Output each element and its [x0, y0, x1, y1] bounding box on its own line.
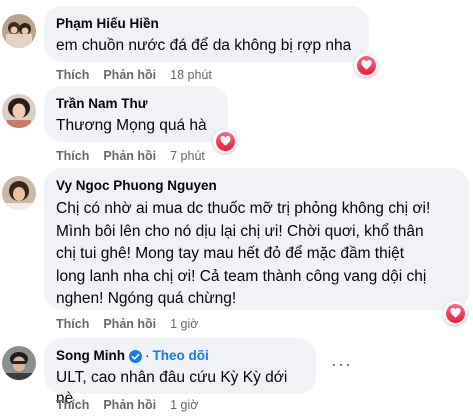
- commenter-name[interactable]: Phạm Hiếu Hiền: [56, 15, 357, 33]
- comment-time[interactable]: 1 giờ: [170, 317, 198, 331]
- comment-line: Mình bôi lên cho nó dịu lại chị ưi! Chời…: [56, 222, 424, 240]
- comment-text: Thương Mọng quá hà: [56, 117, 207, 134]
- comment-bubble: Song Minh · Theo dõi ULT, cao nhân đâu c…: [44, 338, 316, 407]
- comment-bubble: Trần Nam Thư Thương Mọng quá hà: [44, 86, 228, 142]
- comment-line: long lanh nha chị ơi! Cả team thành công…: [56, 267, 427, 285]
- reply-link[interactable]: Phản hồi: [103, 68, 156, 82]
- like-link[interactable]: Thích: [56, 149, 89, 163]
- like-link[interactable]: Thích: [56, 398, 89, 412]
- commenter-header: Song Minh · Theo dõi: [56, 347, 304, 365]
- comment-text: Chị có nhờ ai mua dc thuốc mỡ trị phỏng …: [56, 198, 457, 311]
- comment-line: chị tui ghê! Mong tay mau hết đỏ để mặc …: [56, 245, 405, 262]
- comment-actions: Thích Phản hồi 7 phút: [56, 149, 205, 163]
- comment-line: Chị có nhờ ai mua dc thuốc mỡ trị phỏng …: [56, 200, 431, 217]
- avatar[interactable]: [2, 346, 36, 380]
- like-link[interactable]: Thích: [56, 317, 89, 331]
- verified-badge-icon: [128, 349, 142, 363]
- reaction-badge[interactable]: [443, 301, 467, 325]
- comment-time[interactable]: 7 phút: [170, 149, 205, 163]
- comment-line: nghen! Ngóng quá chừng!: [56, 290, 237, 307]
- comment-time[interactable]: 18 phút: [170, 68, 212, 82]
- like-link[interactable]: Thích: [56, 68, 89, 82]
- commenter-name[interactable]: Song Minh: [56, 347, 125, 365]
- commenter-name[interactable]: Trần Nam Thư: [56, 95, 216, 113]
- reply-link[interactable]: Phản hồi: [103, 317, 156, 331]
- comment-actions: Thích Phản hồi 1 giờ: [56, 317, 198, 331]
- comment-time[interactable]: 1 giờ: [170, 398, 198, 412]
- comment-bubble: Vy Ngoc Phuong Nguyen Chị có nhờ ai mua …: [44, 168, 469, 310]
- comment-bubble: Phạm Hiếu Hiền em chuồn nước đá để da kh…: [44, 6, 369, 62]
- reply-link[interactable]: Phản hồi: [103, 398, 156, 412]
- avatar[interactable]: [2, 176, 36, 210]
- heart-icon: [360, 60, 372, 70]
- heart-icon: [219, 136, 231, 146]
- follow-link[interactable]: Theo dõi: [152, 347, 208, 365]
- comment-actions: Thích Phản hồi 1 giờ: [56, 398, 198, 412]
- more-options-icon[interactable]: ···: [331, 354, 352, 375]
- comment-actions: Thích Phản hồi 18 phút: [56, 68, 212, 82]
- reply-link[interactable]: Phản hồi: [103, 149, 156, 163]
- heart-icon: [449, 308, 461, 318]
- reaction-badge[interactable]: [213, 129, 237, 153]
- commenter-name[interactable]: Vy Ngoc Phuong Nguyen: [56, 177, 457, 195]
- avatar[interactable]: [2, 94, 36, 128]
- comment-text: em chuồn nước đá để da không bị rợp nha: [56, 37, 352, 54]
- avatar[interactable]: [2, 14, 36, 48]
- separator-dot: ·: [144, 348, 150, 363]
- reaction-badge[interactable]: [354, 53, 378, 77]
